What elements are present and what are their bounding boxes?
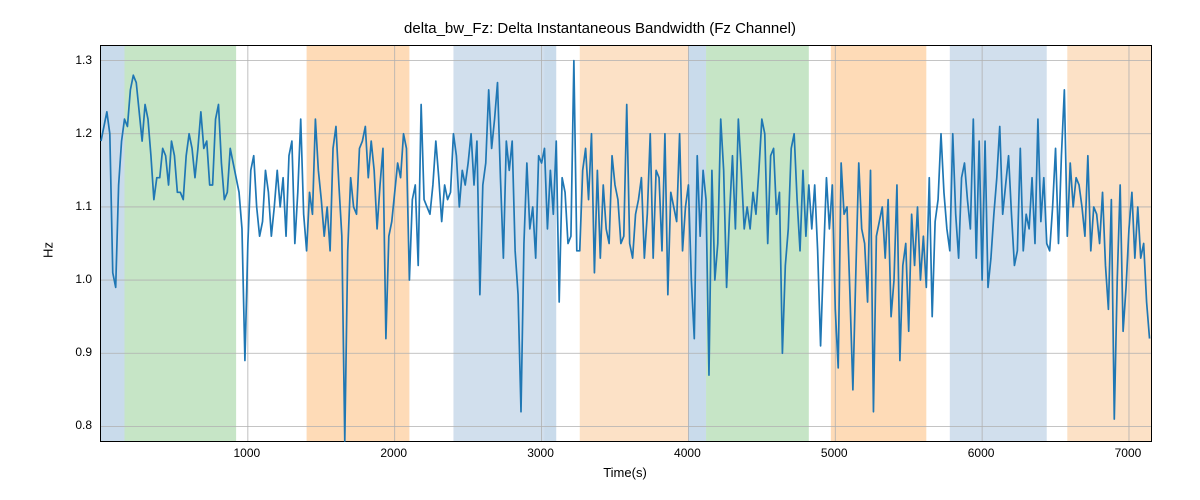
chart-container: delta_bw_Fz: Delta Instantaneous Bandwid… <box>0 0 1200 500</box>
y-axis-label: Hz <box>40 242 55 258</box>
y-tick-label: 1.2 <box>75 126 92 140</box>
shaded-region <box>950 46 1047 441</box>
y-tick-label: 1.0 <box>75 272 92 286</box>
x-tick-label: 2000 <box>380 446 407 460</box>
shaded-region <box>307 46 410 441</box>
x-tick-label: 7000 <box>1115 446 1142 460</box>
shaded-region <box>706 46 809 441</box>
shaded-region <box>1067 46 1151 441</box>
y-tick-label: 1.3 <box>75 53 92 67</box>
x-tick-label: 4000 <box>674 446 701 460</box>
x-axis-label: Time(s) <box>100 465 1150 480</box>
shaded-region <box>544 46 556 441</box>
x-tick-label: 6000 <box>968 446 995 460</box>
x-tick-label: 5000 <box>821 446 848 460</box>
y-tick-label: 1.1 <box>75 199 92 213</box>
chart-title: delta_bw_Fz: Delta Instantaneous Bandwid… <box>0 20 1200 37</box>
plot-area <box>100 45 1152 442</box>
plot-svg <box>101 46 1151 441</box>
y-tick-label: 0.9 <box>75 345 92 359</box>
x-tick-label: 3000 <box>527 446 554 460</box>
x-tick-label: 1000 <box>233 446 260 460</box>
y-tick-label: 0.8 <box>75 418 92 432</box>
shaded-region <box>831 46 926 441</box>
